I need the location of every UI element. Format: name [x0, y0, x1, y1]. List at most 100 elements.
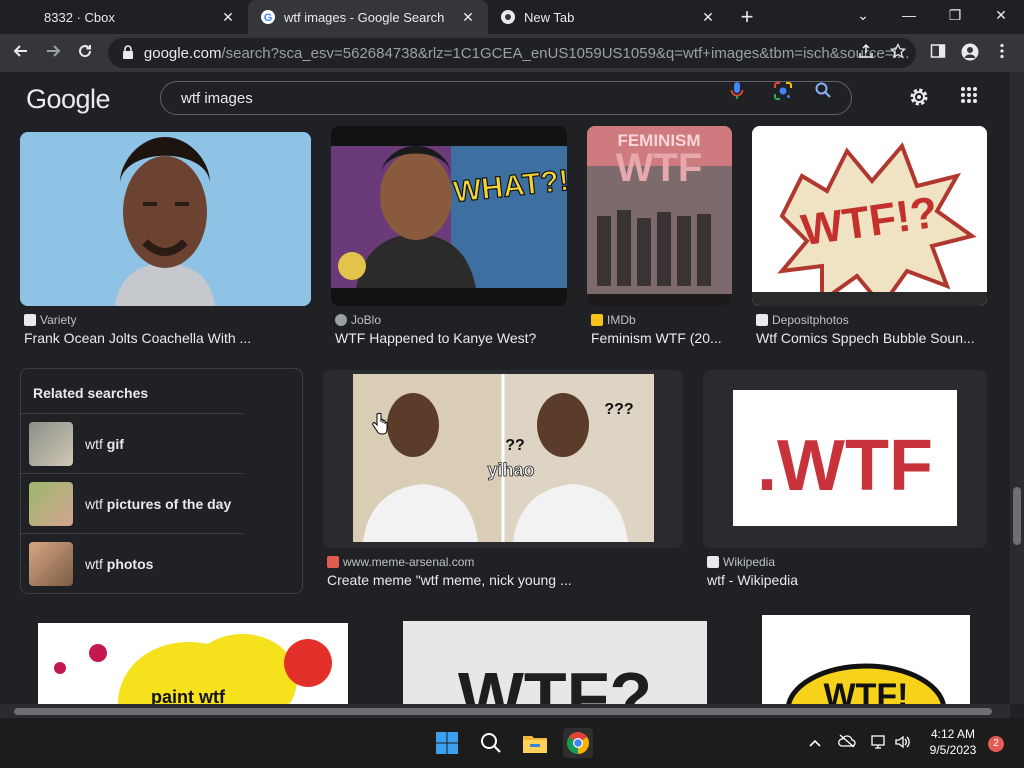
- voice-search-icon[interactable]: [726, 81, 748, 103]
- lock-icon[interactable]: [122, 44, 136, 62]
- chrome-favicon-icon: [500, 9, 516, 25]
- google-logo[interactable]: Google: [26, 84, 111, 115]
- result-title[interactable]: Wtf Comics Sppech Bubble Soun...: [756, 330, 980, 346]
- settings-gear-icon[interactable]: [908, 86, 930, 108]
- horizontal-scrollbar[interactable]: [0, 704, 1010, 718]
- bookmark-star-icon[interactable]: [888, 42, 908, 63]
- address-bar[interactable]: google.com /search?sca_esv=562684738&rlz…: [108, 38, 916, 68]
- image-text-meme-q2: ??: [505, 437, 525, 454]
- google-favicon-icon: G: [260, 9, 276, 25]
- result-image-wtf-question[interactable]: WTF?: [403, 621, 707, 704]
- notification-badge[interactable]: 2: [988, 736, 1004, 752]
- tab-close-icon[interactable]: ✕: [700, 9, 716, 25]
- clock-time: 4:12 AM: [930, 727, 976, 741]
- search-query: wtf images: [181, 89, 253, 107]
- profile-avatar-icon[interactable]: [960, 43, 980, 63]
- result-source: IMDb: [591, 313, 636, 327]
- network-icon[interactable]: [870, 734, 888, 752]
- restore-button[interactable]: ❐: [944, 4, 966, 26]
- result-title[interactable]: wtf - Wikipedia: [707, 572, 967, 588]
- minimize-button[interactable]: —: [898, 4, 920, 26]
- result-image-wtf-bang[interactable]: WTF!: [762, 615, 970, 704]
- related-item-wtf-pictures-of-the-day[interactable]: wtf pictures of the day: [21, 473, 243, 533]
- related-thumb: [29, 541, 73, 586]
- chrome-menu-icon[interactable]: [992, 43, 1012, 63]
- related-prefix: wtf: [85, 495, 103, 512]
- forward-arrow-icon[interactable]: [42, 42, 64, 64]
- tab-close-icon[interactable]: ✕: [220, 9, 236, 25]
- window-close-button[interactable]: ✕: [990, 4, 1012, 26]
- image-text-wtf-bang: WTF!: [824, 677, 909, 704]
- result-title[interactable]: Frank Ocean Jolts Coachella With ...: [24, 330, 311, 346]
- reload-icon[interactable]: [74, 42, 96, 64]
- result-source: www.meme-arsenal.com: [327, 555, 474, 569]
- back-arrow-icon[interactable]: [10, 42, 32, 64]
- tab-new-tab[interactable]: New Tab ✕: [488, 0, 728, 34]
- source-name: Wikipedia: [723, 555, 776, 569]
- windows-start-icon[interactable]: [432, 728, 462, 758]
- taskbar-search-icon[interactable]: [476, 728, 506, 758]
- lens-search-icon[interactable]: [772, 81, 794, 103]
- imdb-favicon-icon: [591, 314, 603, 326]
- browser-toolbar: google.com /search?sca_esv=562684738&rlz…: [0, 34, 1024, 72]
- search-input[interactable]: wtf images: [160, 81, 852, 115]
- image-text-paint-wtf: paint wtf: [151, 687, 226, 704]
- result-image-kanye[interactable]: WHAT?!: [331, 126, 567, 306]
- related-item-wtf-gif[interactable]: wtf gif: [21, 413, 243, 473]
- image-text-wtf-q: WTF?: [458, 658, 652, 704]
- result-image-frank-ocean[interactable]: [20, 132, 311, 306]
- related-searches-heading: Related searches: [33, 385, 149, 401]
- taskbar-clock[interactable]: 4:12 AM 9/5/2023: [918, 726, 988, 758]
- volume-icon[interactable]: [894, 734, 912, 752]
- result-image-feminism-wtf[interactable]: FEMINISM WTF: [587, 126, 732, 306]
- result-image-paint-wtf[interactable]: paint wtf: [38, 623, 348, 704]
- tab-title: New Tab: [524, 9, 575, 25]
- url-path: /search?sca_esv=562684738&rlz=1C1GCEA_en…: [221, 44, 910, 62]
- result-title[interactable]: Feminism WTF (20...: [591, 330, 733, 346]
- chrome-taskbar-icon[interactable]: [563, 728, 593, 758]
- result-title[interactable]: Create meme "wtf meme, nick young ...: [327, 572, 627, 588]
- new-tab-button[interactable]: +: [736, 6, 758, 28]
- image-results: Variety Frank Ocean Jolts Coachella With…: [0, 126, 1010, 704]
- source-name: www.meme-arsenal.com: [343, 555, 475, 569]
- result-image-nick-young-meme[interactable]: ????? yihao: [323, 370, 683, 548]
- image-text-wtf-wiki: .WTF: [757, 426, 933, 506]
- result-image-wtf-comic[interactable]: WTF!?: [752, 126, 987, 306]
- apps-grid-icon[interactable]: [958, 86, 980, 108]
- file-explorer-icon[interactable]: [520, 728, 550, 758]
- source-name: Depositphotos: [772, 313, 849, 327]
- tab-search-icon[interactable]: ⌄: [852, 4, 874, 26]
- cloud-sync-off-icon[interactable]: [838, 734, 856, 752]
- tab-google-search[interactable]: G wtf images - Google Search ✕: [248, 0, 488, 34]
- search-icon[interactable]: [812, 81, 834, 103]
- windows-taskbar: 4:12 AM 9/5/2023 2: [0, 718, 1024, 768]
- tab-title: wtf images - Google Search: [284, 9, 445, 25]
- tab-cbox[interactable]: 8332 · Cbox ✕: [0, 0, 248, 34]
- source-name: Variety: [40, 313, 77, 327]
- result-image-wtf-wikipedia[interactable]: .WTF: [703, 370, 987, 548]
- wikipedia-favicon-icon: [707, 556, 719, 568]
- related-item-wtf-photos[interactable]: wtf photos: [21, 533, 243, 593]
- related-thumb: [29, 481, 73, 526]
- show-hidden-icons-chevron-icon[interactable]: [806, 734, 824, 752]
- source-name: IMDb: [607, 313, 636, 327]
- url-host: google.com: [143, 44, 222, 62]
- result-source: JoBlo: [335, 313, 381, 327]
- image-text-meme-q1: ???: [604, 401, 633, 418]
- google-header: Google wtf images: [0, 72, 1010, 126]
- vertical-scroll-thumb[interactable]: [1013, 487, 1021, 545]
- svg-text:G: G: [264, 12, 273, 24]
- share-icon[interactable]: [856, 43, 876, 63]
- side-panel-icon[interactable]: [928, 43, 948, 63]
- clock-date: 9/5/2023: [929, 743, 977, 757]
- vertical-scrollbar[interactable]: [1010, 72, 1024, 704]
- tab-close-icon[interactable]: ✕: [460, 9, 476, 25]
- horizontal-scroll-thumb[interactable]: [14, 708, 992, 715]
- joblo-favicon-icon: [335, 314, 347, 326]
- depositphotos-favicon-icon: [756, 314, 768, 326]
- hand-pointer-cursor-icon: [372, 412, 388, 436]
- result-title[interactable]: WTF Happened to Kanye West?: [335, 330, 575, 346]
- related-bold: gif: [106, 435, 124, 452]
- related-prefix: wtf: [85, 555, 103, 572]
- image-text-wtf: WTF: [616, 146, 703, 190]
